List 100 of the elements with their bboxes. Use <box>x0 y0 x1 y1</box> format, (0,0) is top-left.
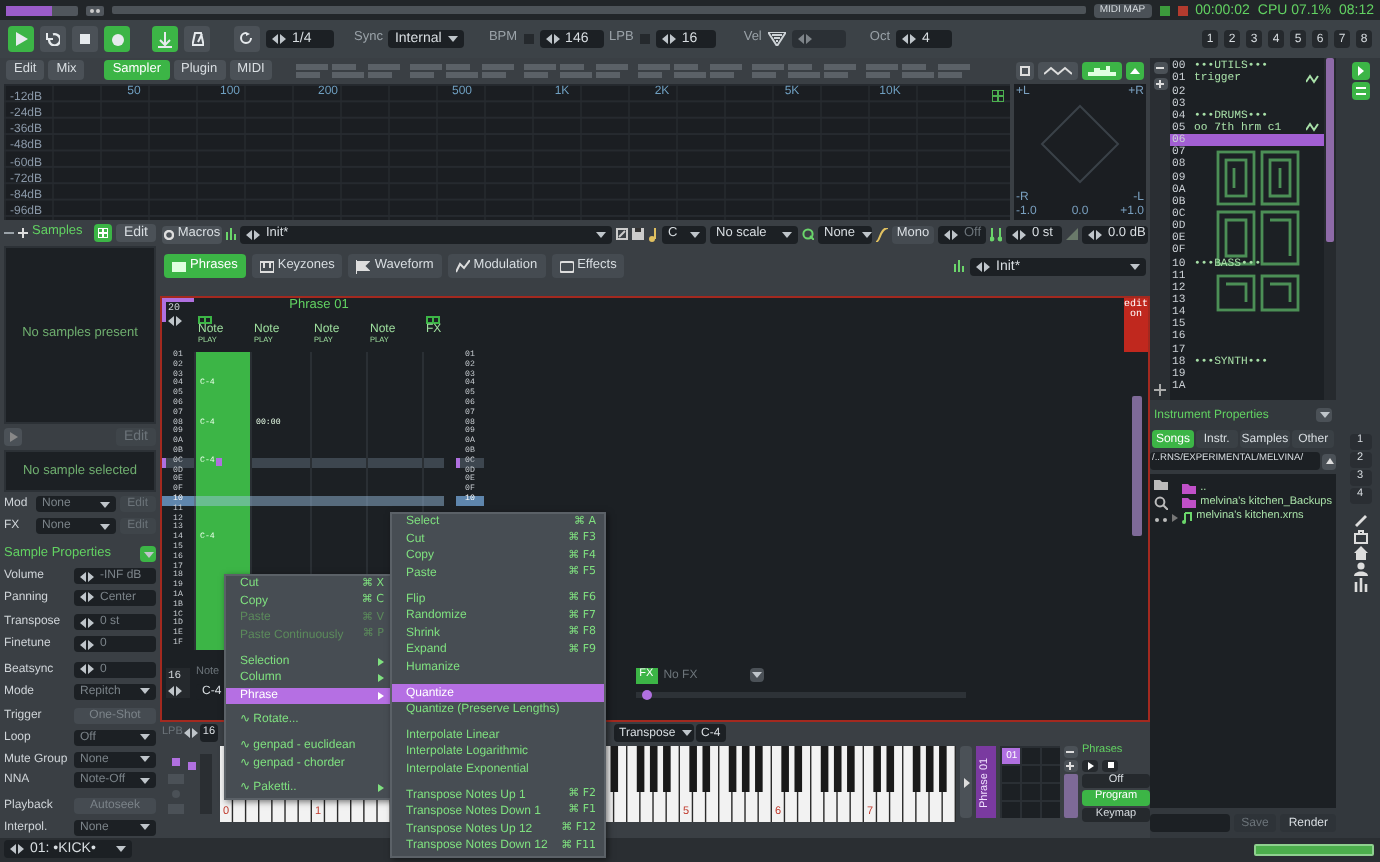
caret-down-icon <box>140 756 150 763</box>
envelope-icon <box>455 259 470 273</box>
note-icon <box>990 227 1002 241</box>
dots-icon <box>1154 516 1168 524</box>
expand-icon <box>1172 513 1179 521</box>
metronome-button[interactable] <box>184 26 210 52</box>
spin-arrows-icon <box>661 34 676 44</box>
add-icon <box>1156 80 1164 88</box>
pen-icon <box>1353 514 1367 528</box>
record-button[interactable] <box>104 26 130 52</box>
edit-cursor <box>216 458 223 467</box>
spin-arrows-icon <box>80 664 94 675</box>
caret-up-icon <box>1130 67 1140 73</box>
metronome-icon <box>191 32 203 46</box>
spin-arrows-icon <box>246 229 260 239</box>
add-icon <box>1066 762 1075 770</box>
gear-icon <box>163 229 174 239</box>
oscilloscope-button[interactable] <box>1038 61 1078 79</box>
caret-down-icon <box>751 672 762 679</box>
spin-arrows-icon <box>797 34 812 44</box>
spin-arrows-icon <box>976 261 990 271</box>
keyboard-scroll-button[interactable] <box>960 746 973 818</box>
remove-icon <box>1156 64 1164 72</box>
panel-toggle-button[interactable] <box>1351 62 1369 80</box>
save-icon <box>632 228 644 240</box>
play-icon <box>1087 761 1093 769</box>
spin-arrows-icon <box>1012 229 1026 239</box>
play-icon <box>15 32 27 46</box>
caret-down-icon <box>861 231 872 237</box>
stop-button[interactable] <box>72 26 98 52</box>
music-note-icon <box>1182 511 1193 523</box>
note-icon <box>648 227 658 241</box>
scope-icon <box>1020 65 1030 75</box>
caret-down-icon <box>140 824 150 831</box>
spin-arrows-icon <box>168 316 182 326</box>
record-icon <box>111 33 123 45</box>
scrollbar[interactable] <box>1132 396 1142 536</box>
spin-arrows-icon <box>545 34 560 44</box>
dropdown-button[interactable] <box>1316 408 1332 422</box>
wave-icon <box>1044 65 1072 75</box>
scope-grid-drawing <box>1040 104 1120 184</box>
caret-down-icon <box>140 777 150 784</box>
master-level-bar <box>1254 844 1374 856</box>
remove-button[interactable] <box>1063 746 1078 758</box>
bars-icon <box>954 260 964 272</box>
panel-toggle-button[interactable] <box>1351 82 1369 100</box>
grid-icon <box>992 90 1004 102</box>
collapse-button[interactable] <box>140 546 156 563</box>
velocity-icon <box>767 32 786 46</box>
search-icon <box>1154 496 1168 510</box>
spin-arrows-icon <box>10 844 24 854</box>
stop-button[interactable] <box>1102 759 1118 771</box>
caret-down-icon <box>448 36 459 42</box>
remove-button[interactable] <box>1153 62 1167 74</box>
led-icon <box>1177 5 1188 15</box>
parent-folder-button[interactable] <box>1322 453 1336 469</box>
scope-button[interactable] <box>1016 61 1034 79</box>
remove-icon <box>4 228 14 239</box>
caret-down-icon <box>681 730 692 736</box>
column-toggle-icon <box>426 315 440 323</box>
add-button[interactable] <box>1063 760 1078 772</box>
follow-icon <box>158 31 172 47</box>
briefcase-icon <box>1353 530 1367 544</box>
caret-right-icon <box>963 777 970 787</box>
flag-icon <box>356 259 371 273</box>
caret-down-icon <box>140 734 150 741</box>
caret-down-icon <box>99 501 110 508</box>
spin-arrows-icon <box>80 617 94 628</box>
grid-icon <box>97 228 108 239</box>
loop-button[interactable] <box>40 26 66 52</box>
spectrum-button[interactable] <box>1082 61 1122 79</box>
remove-icon <box>1066 748 1075 756</box>
spin-arrows-icon <box>168 685 182 695</box>
list-icon <box>172 259 186 273</box>
volume-icon <box>1066 228 1078 240</box>
loop-icon <box>46 32 60 46</box>
file-name-field[interactable] <box>1150 814 1230 832</box>
glide-icon <box>876 227 888 241</box>
velocity-field[interactable] <box>791 30 846 48</box>
fx-slider-thumb[interactable] <box>641 689 652 699</box>
spin-arrows-icon <box>80 592 94 603</box>
stop-icon <box>1107 762 1113 768</box>
add-button[interactable] <box>1153 78 1167 90</box>
play-button[interactable] <box>1082 759 1098 771</box>
lpb-toggle[interactable] <box>639 34 650 44</box>
scrollbar[interactable] <box>1063 774 1078 818</box>
sample-view-toggle[interactable] <box>93 224 112 243</box>
bpm-toggle[interactable] <box>523 34 534 44</box>
dropdown-button[interactable] <box>749 668 764 683</box>
person-icon <box>1353 562 1367 576</box>
scrollbar[interactable] <box>1326 58 1334 242</box>
caret-down-icon <box>116 846 126 852</box>
spectrum-icon <box>1088 64 1116 76</box>
add-icon <box>18 228 28 239</box>
block-loop-button[interactable] <box>234 26 260 52</box>
led-icon <box>1159 5 1170 15</box>
follow-button[interactable] <box>152 26 178 52</box>
caret-down-icon <box>1319 412 1329 418</box>
caret-down-icon <box>143 551 153 558</box>
collapse-button[interactable] <box>1126 61 1144 79</box>
